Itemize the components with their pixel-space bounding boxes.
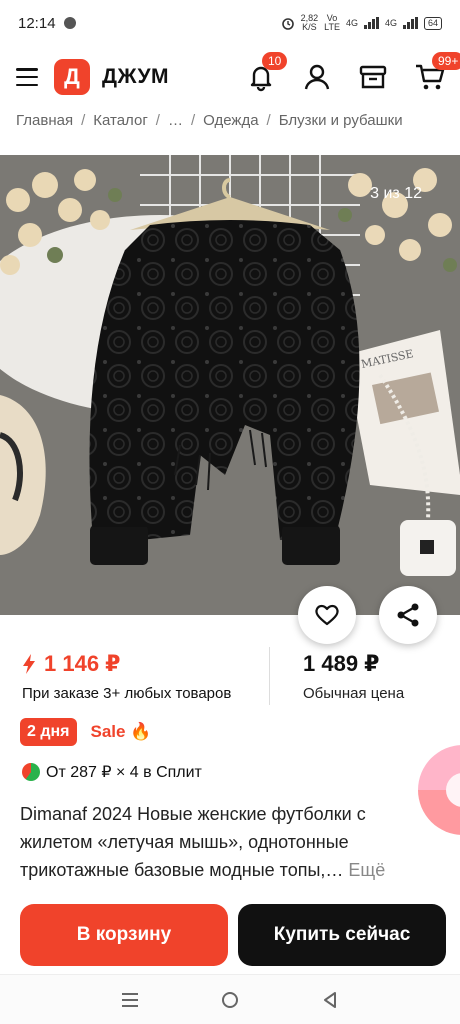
speed-unit: K/S — [302, 22, 317, 32]
breadcrumb-separator: / — [155, 112, 160, 129]
breadcrumb: Главная / Каталог / … / Одежда / Блузки … — [16, 112, 456, 129]
discount-price: 1 146 ₽ — [22, 651, 120, 677]
promo-tags: 2 дня Sale 🔥 — [20, 718, 151, 746]
favorite-button[interactable] — [298, 586, 356, 644]
days-badge: 2 дня — [20, 718, 77, 746]
breadcrumb-blouses[interactable]: Блузки и рубашки — [279, 112, 403, 129]
menu-icon[interactable] — [16, 68, 38, 86]
battery-icon: 64 — [423, 16, 442, 30]
regular-price: 1 489 ₽ — [303, 651, 380, 676]
brand-name[interactable]: ДЖУМ — [102, 65, 169, 89]
split-logo-icon — [22, 763, 40, 781]
breadcrumb-catalog[interactable]: Каталог — [93, 112, 148, 129]
breadcrumb-separator: / — [266, 112, 271, 129]
split-text: От 287 ₽ × 4 в Сплит — [46, 764, 202, 781]
network-type-1: 4G — [345, 18, 358, 28]
fire-icon: 🔥 — [130, 722, 152, 741]
price-divider — [269, 647, 270, 705]
volte-indicator: Vo LTE — [324, 14, 340, 32]
logo-letter: Д — [64, 64, 80, 89]
notifications-badge: 10 — [262, 52, 288, 70]
product-page: 12:14 2,82 K/S Vo LTE 4G 4G 64 Д ДЖУМ 10… — [0, 0, 460, 1024]
orders-button[interactable] — [358, 62, 388, 92]
back-button[interactable] — [315, 985, 345, 1015]
status-bar: 12:14 2,82 K/S Vo LTE 4G 4G 64 — [0, 0, 460, 46]
notifications-button[interactable]: 10 — [246, 52, 288, 92]
app-logo[interactable]: Д — [54, 59, 90, 95]
status-time: 12:14 — [18, 14, 56, 32]
share-button[interactable] — [379, 586, 437, 644]
breadcrumb-home[interactable]: Главная — [16, 112, 73, 129]
volte-bottom: LTE — [324, 22, 340, 32]
share-icon — [397, 603, 419, 627]
add-to-cart-button[interactable]: В корзину — [20, 904, 228, 966]
buy-now-button[interactable]: Купить сейчас — [238, 904, 446, 966]
box-icon — [359, 65, 387, 89]
sale-tag: Sale 🔥 — [91, 722, 152, 742]
product-photo: MATISSE — [0, 155, 460, 615]
message-notification-icon — [63, 17, 76, 29]
gallery-counter: 3 из 12 — [370, 185, 422, 202]
signal-icon-2 — [402, 17, 418, 29]
system-nav-bar — [0, 974, 460, 1024]
breadcrumb-clothing[interactable]: Одежда — [203, 112, 258, 129]
purchase-actions: В корзину Купить сейчас — [20, 904, 446, 966]
home-icon — [222, 991, 238, 1008]
alarm-icon — [281, 18, 294, 30]
home-button[interactable] — [215, 985, 245, 1015]
discount-condition: При заказе 3+ любых товаров — [22, 685, 232, 702]
network-type-2: 4G — [384, 18, 397, 28]
heart-icon — [315, 604, 339, 626]
product-title-text: Dimanaf 2024 Новые женские футболки с жи… — [20, 804, 366, 880]
cart-button[interactable]: 99+ — [414, 52, 460, 92]
split-payment[interactable]: От 287 ₽ × 4 в Сплит — [22, 762, 202, 782]
app-header: Д ДЖУМ 10 99+ — [0, 48, 460, 106]
sale-label: Sale — [90, 722, 126, 741]
status-indicators: 2,82 K/S Vo LTE 4G 4G 64 — [281, 14, 442, 32]
profile-button[interactable] — [302, 62, 332, 92]
user-icon — [304, 64, 330, 90]
regular-price-label: Обычная цена — [303, 685, 405, 702]
product-image-gallery[interactable]: MATISSE 3 из 12 — [0, 155, 460, 615]
network-speed: 2,82 K/S — [301, 14, 319, 32]
breadcrumb-ellipsis[interactable]: … — [168, 112, 183, 129]
recents-icon — [122, 992, 138, 1007]
product-title: Dimanaf 2024 Новые женские футболки с жи… — [20, 800, 440, 884]
signal-icon — [363, 17, 379, 29]
back-icon — [324, 991, 336, 1008]
cart-badge: 99+ — [432, 52, 460, 70]
discount-price-value: 1 146 ₽ — [44, 651, 121, 676]
breadcrumb-separator: / — [81, 112, 86, 129]
price-section: 1 146 ₽ При заказе 3+ любых товаров 1 48… — [0, 645, 460, 715]
breadcrumb-separator: / — [190, 112, 196, 129]
recent-apps-button[interactable] — [115, 985, 145, 1015]
lightning-icon — [23, 654, 35, 674]
read-more-link[interactable]: Ещё — [348, 860, 385, 880]
header-actions: 10 99+ — [246, 52, 460, 92]
